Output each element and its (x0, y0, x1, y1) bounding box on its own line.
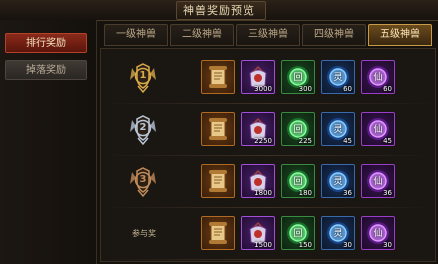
orb-glyph: 灵 (333, 177, 343, 187)
reward-item-slot[interactable]: 灵 60 (321, 60, 355, 94)
reward-item-slot[interactable]: 2250 (241, 112, 275, 146)
item-quantity: 1800 (254, 189, 272, 197)
reward-item-slot[interactable]: 灵 36 (321, 164, 355, 198)
reward-item-slot[interactable]: 1500 (241, 216, 275, 250)
reward-item-slot[interactable]: 仙 60 (361, 60, 395, 94)
item-quantity: 45 (343, 137, 352, 145)
item-quantity: 60 (383, 85, 392, 93)
item-quantity: 1500 (254, 241, 272, 249)
reward-item-slot[interactable]: 3000 (241, 60, 275, 94)
tab-level-1[interactable]: 一级神兽 (104, 24, 168, 46)
orb-glyph: 仙 (373, 125, 383, 135)
item-quantity: 225 (298, 137, 312, 145)
sidebar: 排行奖励 掉落奖励 (0, 20, 97, 264)
orb-glyph: 回 (293, 177, 303, 187)
reward-row: 参与奖 1500 回 150 灵 30 仙 30 (100, 208, 436, 260)
reward-row: 3 1800 回 180 灵 36 仙 36 (100, 156, 436, 208)
reward-item-slot[interactable] (201, 112, 235, 146)
tab-level-5[interactable]: 五级神兽 (368, 24, 432, 46)
tab-level-2[interactable]: 二级神兽 (170, 24, 234, 46)
reward-item-slot[interactable] (201, 164, 235, 198)
rank-medal-icon: 3 (128, 166, 158, 198)
rank-number: 2 (139, 122, 147, 133)
reward-item-slot[interactable] (201, 60, 235, 94)
row-divider (100, 259, 436, 260)
reward-row: 2 2250 回 225 灵 45 仙 45 (100, 104, 436, 156)
item-quantity: 2250 (254, 137, 272, 145)
rank-medal-icon: 1 (128, 62, 158, 94)
reward-item-slot[interactable]: 灵 30 (321, 216, 355, 250)
reward-item-slot[interactable]: 回 180 (281, 164, 315, 198)
item-quantity: 36 (343, 189, 352, 197)
item-quantity: 180 (298, 189, 312, 197)
reward-item-slot[interactable]: 回 225 (281, 112, 315, 146)
item-quantity: 45 (383, 137, 392, 145)
orb-glyph: 灵 (333, 125, 343, 135)
tab-level-4[interactable]: 四级神兽 (302, 24, 366, 46)
window-title: 神兽奖励预览 (183, 4, 255, 17)
item-quantity: 60 (343, 85, 352, 93)
orb-glyph: 灵 (333, 73, 343, 83)
orb-glyph: 仙 (373, 229, 383, 239)
orb-glyph: 仙 (373, 177, 383, 187)
item-quantity: 300 (298, 85, 312, 93)
reward-item-slot[interactable]: 仙 45 (361, 112, 395, 146)
item-quantity: 30 (383, 241, 392, 249)
participation-label: 参与奖 (132, 229, 156, 238)
tab-bar: 一级神兽 二级神兽 三级神兽 四级神兽 五级神兽 (100, 24, 436, 48)
item-quantity: 3000 (254, 85, 272, 93)
reward-item-slot[interactable]: 1800 (241, 164, 275, 198)
sidebar-item-drop-rewards[interactable]: 掉落奖励 (5, 60, 87, 80)
reward-item-slot[interactable]: 仙 36 (361, 164, 395, 198)
rank-medal-icon: 2 (128, 114, 158, 146)
reward-item-slot[interactable]: 回 300 (281, 60, 315, 94)
orb-glyph: 灵 (333, 229, 343, 239)
reward-item-slot[interactable]: 仙 30 (361, 216, 395, 250)
orb-glyph: 仙 (373, 73, 383, 83)
reward-item-slot[interactable]: 灵 45 (321, 112, 355, 146)
item-quantity: 150 (298, 241, 312, 249)
rank-number: 1 (139, 70, 147, 81)
reward-preview-window: 神兽奖励预览 排行奖励 掉落奖励 一级神兽 二级神兽 三级神兽 四级神兽 五级神… (0, 0, 438, 264)
title-bar: 神兽奖励预览 (0, 0, 438, 21)
reward-row: 1 3000 回 300 灵 60 仙 60 (100, 52, 436, 104)
item-quantity: 36 (383, 189, 392, 197)
item-quantity: 30 (343, 241, 352, 249)
orb-glyph: 回 (293, 73, 303, 83)
rank-number: 3 (139, 174, 147, 185)
orb-glyph: 回 (293, 229, 303, 239)
reward-item-slot[interactable] (201, 216, 235, 250)
tab-level-3[interactable]: 三级神兽 (236, 24, 300, 46)
reward-item-slot[interactable]: 回 150 (281, 216, 315, 250)
orb-glyph: 回 (293, 125, 303, 135)
sidebar-item-rank-rewards[interactable]: 排行奖励 (5, 33, 87, 53)
